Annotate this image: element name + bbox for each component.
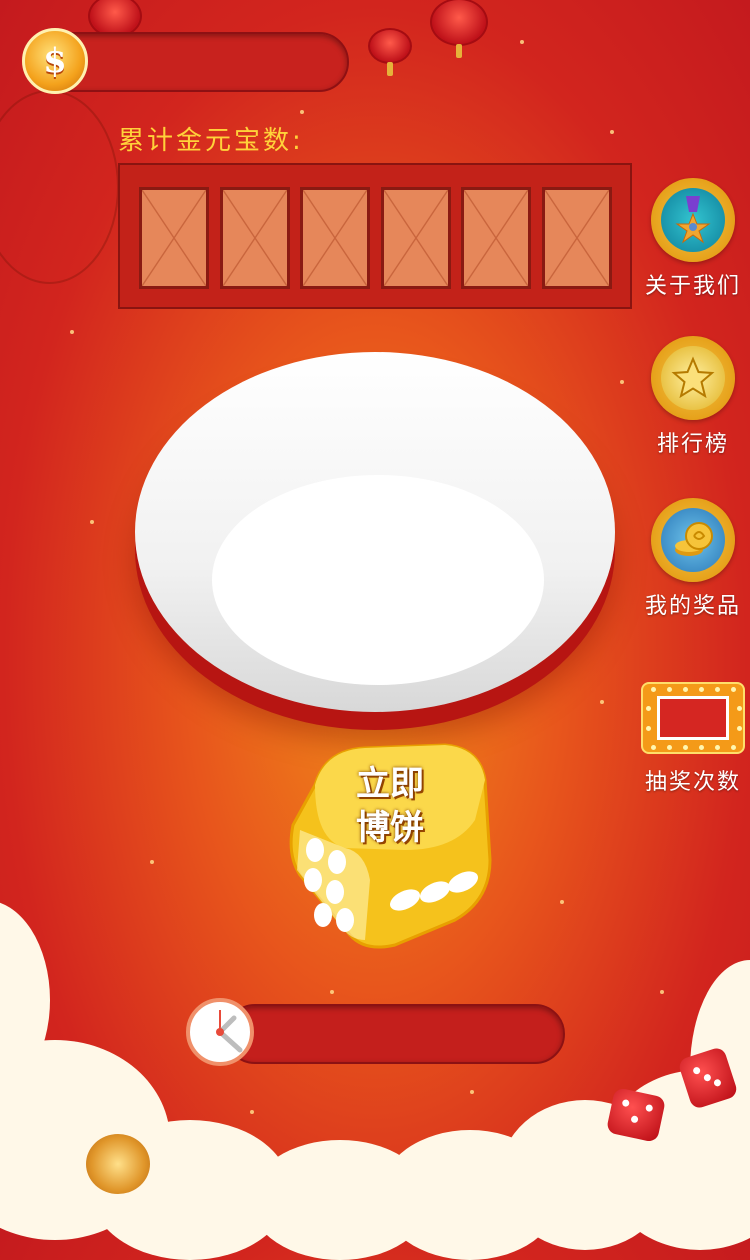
digit-slot: [542, 187, 612, 289]
digit-slot: [381, 187, 451, 289]
digit-slot: [139, 187, 209, 289]
clock-icon: [186, 998, 254, 1066]
about-us-button[interactable]: 关于我们: [638, 178, 748, 300]
medal-icon: [661, 188, 725, 252]
digit-slot: [461, 187, 531, 289]
lantern-icon: [430, 0, 488, 58]
star-icon: [661, 346, 725, 410]
roll-dice-label: 立即 博饼: [356, 764, 424, 848]
decorative-scroll: [0, 90, 119, 284]
my-prizes-label: 我的奖品: [644, 594, 741, 619]
lottery-count-label: 抽奖次数: [644, 770, 741, 795]
about-us-label: 关于我们: [644, 274, 741, 299]
digit-slot: [220, 187, 290, 289]
timer-bar: [225, 1004, 565, 1064]
leaderboard-button[interactable]: 排行榜: [638, 336, 748, 458]
digit-slot: [300, 187, 370, 289]
gold-coins-icon: [661, 508, 725, 572]
my-prizes-button[interactable]: 我的奖品: [638, 498, 748, 620]
roll-dice-button[interactable]: 立即 博饼: [285, 740, 495, 950]
lottery-count-button[interactable]: 抽奖次数: [638, 682, 748, 796]
lottery-box-icon: [641, 682, 745, 754]
leaderboard-label: 排行榜: [656, 432, 729, 457]
lantern-icon: [368, 28, 412, 76]
golden-flower-decoration: [86, 1134, 150, 1194]
bowl-inner: [212, 475, 544, 685]
ingot-count-display: [118, 163, 632, 309]
coin-icon: $: [22, 28, 88, 94]
total-ingots-label: 累计金元宝数:: [118, 126, 304, 156]
